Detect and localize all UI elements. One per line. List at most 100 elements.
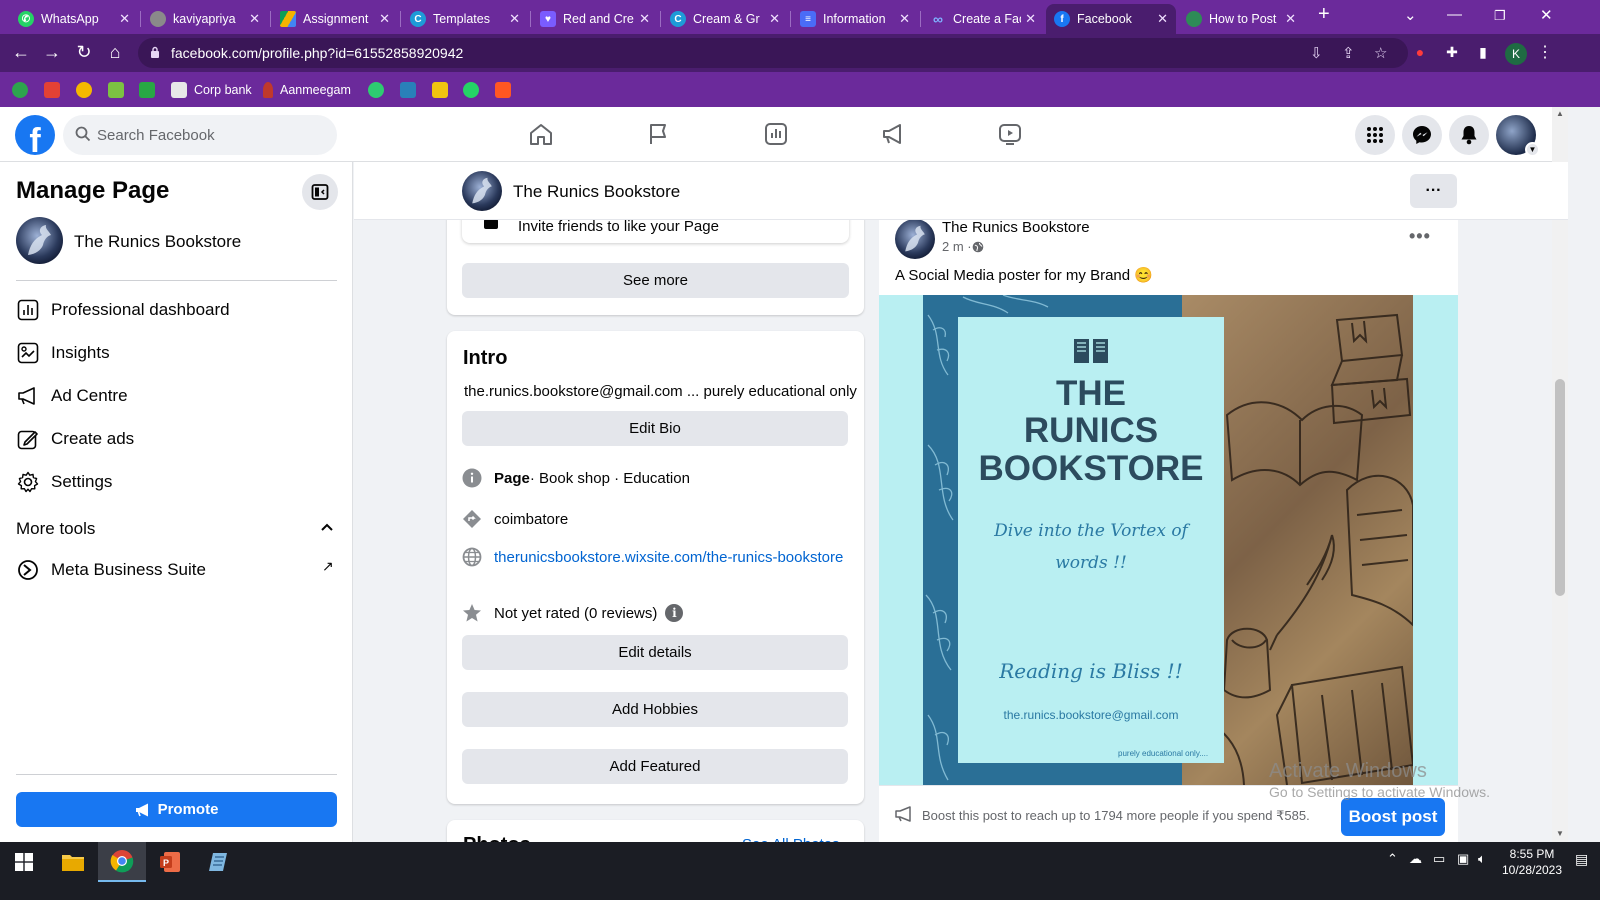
close-icon[interactable]: ✕ bbox=[509, 11, 520, 27]
nav-video[interactable] bbox=[995, 119, 1025, 149]
messenger-button[interactable] bbox=[1402, 115, 1442, 155]
browser-tab-information[interactable]: ≡ Information ✕ bbox=[792, 4, 918, 34]
browser-tab-cream-and-green[interactable]: C Cream & Gr ✕ bbox=[662, 4, 788, 34]
nav-pages[interactable] bbox=[643, 119, 673, 149]
close-icon[interactable]: ✕ bbox=[119, 11, 130, 27]
post-timestamp[interactable]: 2 m · bbox=[942, 239, 972, 254]
page-more-options-button[interactable]: ··· bbox=[1410, 174, 1457, 208]
add-hobbies-button[interactable]: Add Hobbies bbox=[462, 692, 848, 727]
bookmark-item[interactable] bbox=[495, 81, 518, 99]
sidepanel-icon[interactable]: ▮ bbox=[1473, 42, 1493, 62]
bookmark-gmail[interactable] bbox=[44, 81, 67, 99]
browser-tab-whatsapp[interactable]: ✆ WhatsApp ✕ bbox=[10, 4, 138, 34]
facebook-search[interactable] bbox=[63, 115, 337, 155]
bookmark-aanmeegam[interactable]: Aanmeegam bbox=[263, 81, 351, 99]
close-icon[interactable]: ✕ bbox=[1025, 11, 1036, 27]
add-featured-button[interactable]: Add Featured bbox=[462, 749, 848, 784]
taskbar-notes[interactable] bbox=[194, 842, 242, 882]
bookmark-item[interactable] bbox=[12, 81, 35, 99]
search-input[interactable] bbox=[97, 115, 327, 155]
post-author-avatar[interactable] bbox=[895, 219, 935, 259]
bookmark-item[interactable] bbox=[139, 81, 162, 99]
account-avatar[interactable]: ▼ bbox=[1496, 115, 1540, 157]
boost-post-button[interactable]: Boost post bbox=[1341, 798, 1445, 836]
bookmark-item[interactable] bbox=[108, 81, 131, 99]
nav-dashboard[interactable] bbox=[761, 119, 791, 149]
taskbar-chrome[interactable] bbox=[98, 842, 146, 882]
sidebar-page-name[interactable]: The Runics Bookstore bbox=[74, 232, 241, 252]
edit-bio-button[interactable]: Edit Bio bbox=[462, 411, 848, 446]
more-tools-heading[interactable]: More tools bbox=[16, 519, 95, 539]
close-icon[interactable]: ✕ bbox=[1285, 11, 1296, 27]
close-icon[interactable]: ✕ bbox=[379, 11, 390, 27]
close-icon[interactable]: ✕ bbox=[1157, 11, 1168, 27]
bookmark-star-icon[interactable]: ☆ bbox=[1374, 44, 1387, 62]
browser-tab-kaviyapriya[interactable]: kaviyapriya ✕ bbox=[142, 4, 268, 34]
start-button[interactable] bbox=[0, 842, 48, 882]
website-link[interactable]: therunicsbookstore.wixsite.com/the-runic… bbox=[494, 549, 843, 566]
window-close-button[interactable]: ✕ bbox=[1540, 6, 1553, 24]
volume-icon[interactable]: 🔈︎ bbox=[1478, 851, 1486, 867]
browser-tab-assignment[interactable]: Assignment ✕ bbox=[272, 4, 398, 34]
chevron-up-icon[interactable] bbox=[320, 520, 334, 534]
close-icon[interactable]: ✕ bbox=[249, 11, 260, 27]
forward-button[interactable]: → bbox=[41, 42, 63, 62]
browser-tab-red-and-cream[interactable]: ♥ Red and Cre ✕ bbox=[532, 4, 658, 34]
post-options-icon[interactable]: ••• bbox=[1409, 226, 1431, 247]
taskbar-powerpoint[interactable]: P bbox=[146, 842, 194, 882]
see-more-button[interactable]: See more bbox=[462, 263, 849, 298]
new-tab-button[interactable]: + bbox=[1318, 3, 1330, 26]
share-icon[interactable]: ⇪ bbox=[1342, 44, 1355, 62]
sidebar-item-settings[interactable]: Settings bbox=[16, 464, 337, 500]
browser-tab-how-to-post[interactable]: How to Post ✕ bbox=[1178, 4, 1304, 34]
header-page-avatar[interactable] bbox=[462, 171, 502, 211]
collapse-sidebar-button[interactable] bbox=[302, 174, 338, 210]
home-button[interactable]: ⌂ bbox=[104, 42, 126, 62]
browser-tab-templates[interactable]: C Templates ✕ bbox=[402, 4, 528, 34]
system-clock[interactable]: 8:55 PM 10/28/2023 bbox=[1492, 846, 1572, 878]
scroll-down-icon[interactable]: ▼ bbox=[1556, 829, 1564, 838]
show-hidden-icons-chevron[interactable]: ⌃ bbox=[1387, 851, 1398, 867]
bookmark-item[interactable] bbox=[400, 81, 423, 99]
close-icon[interactable]: ✕ bbox=[639, 11, 650, 27]
sidebar-item-ad-centre[interactable]: Ad Centre bbox=[16, 378, 337, 414]
facebook-logo[interactable]: f bbox=[15, 115, 55, 155]
sidebar-item-professional-dashboard[interactable]: Professional dashboard bbox=[16, 292, 337, 328]
close-icon[interactable]: ✕ bbox=[899, 11, 910, 27]
header-page-name[interactable]: The Runics Bookstore bbox=[513, 182, 680, 202]
tab-search-chevron-icon[interactable]: ⌄ bbox=[1404, 6, 1417, 24]
sidebar-item-create-ads[interactable]: Create ads bbox=[16, 421, 337, 457]
scrollbar-thumb[interactable] bbox=[1555, 379, 1565, 596]
address-bar[interactable]: facebook.com/profile.php?id=615528589209… bbox=[138, 38, 1408, 68]
nav-home[interactable] bbox=[526, 119, 556, 149]
browser-profile-avatar[interactable]: K bbox=[1505, 43, 1527, 65]
onedrive-cloud-icon[interactable]: ☁ bbox=[1409, 851, 1422, 867]
install-icon[interactable]: ⇩ bbox=[1310, 44, 1323, 62]
page-avatar[interactable] bbox=[16, 217, 63, 264]
puzzle-icon[interactable]: ✚ bbox=[1442, 42, 1462, 62]
bookmark-item[interactable] bbox=[76, 81, 99, 99]
minimize-button[interactable]: — bbox=[1447, 6, 1462, 23]
sidebar-item-meta-business-suite[interactable]: Meta Business Suite ↗ bbox=[16, 552, 337, 588]
close-icon[interactable]: ✕ bbox=[769, 11, 780, 27]
sidebar-item-insights[interactable]: Insights bbox=[16, 335, 337, 371]
battery-icon[interactable]: ▣ bbox=[1457, 851, 1469, 867]
browser-tab-create-a-facebook[interactable]: ∞ Create a Fac ✕ bbox=[922, 4, 1044, 34]
taskbar-file-explorer[interactable] bbox=[49, 842, 97, 882]
promote-button[interactable]: Promote bbox=[16, 792, 337, 827]
post-author-name[interactable]: The Runics Bookstore bbox=[942, 219, 1090, 236]
nav-ads[interactable] bbox=[878, 119, 908, 149]
network-icon[interactable]: ▭ bbox=[1433, 851, 1445, 867]
post-image[interactable]: THE RUNICS BOOKSTORE Dive into the Vorte… bbox=[879, 295, 1458, 785]
reload-button[interactable]: ↻ bbox=[73, 42, 95, 62]
url-text[interactable]: facebook.com/profile.php?id=615528589209… bbox=[171, 45, 463, 61]
restore-button[interactable]: ❐ bbox=[1494, 8, 1506, 24]
bookmark-item[interactable] bbox=[368, 81, 391, 99]
browser-menu-icon[interactable]: ⋮ bbox=[1535, 42, 1555, 62]
rating-info-icon[interactable]: i bbox=[665, 604, 684, 622]
back-button[interactable]: ← bbox=[10, 42, 32, 62]
notifications-button[interactable] bbox=[1449, 115, 1489, 155]
extension-icon[interactable]: ● bbox=[1410, 42, 1430, 62]
scroll-up-icon[interactable]: ▲ bbox=[1556, 109, 1564, 118]
bookmark-corp-bank[interactable]: Corp bank bbox=[171, 81, 252, 99]
